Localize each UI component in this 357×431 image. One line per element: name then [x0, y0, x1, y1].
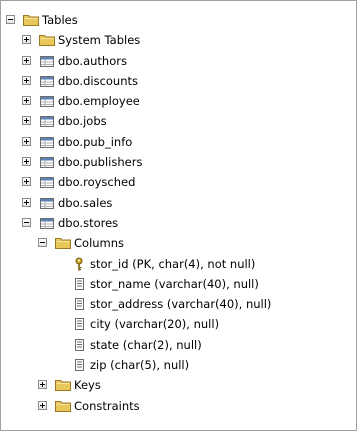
- folder-icon: [39, 33, 55, 47]
- node-label-keys: Keys: [74, 378, 101, 393]
- tree-node-column[interactable]: stor_id (PK, char(4), not null): [1, 254, 356, 274]
- toggle-plus-bar: [42, 402, 43, 408]
- expand-toggle-table[interactable]: [22, 96, 31, 106]
- node-label-column: stor_name (varchar(40), null): [90, 276, 259, 291]
- collapse-toggle-tables[interactable]: [6, 15, 15, 24]
- column-icon: [71, 358, 87, 372]
- tree-node-column[interactable]: zip (char(5), null): [1, 355, 356, 375]
- table-icon: [39, 54, 55, 68]
- toggle-plus-bar: [26, 138, 27, 144]
- toggle-plus-bar: [42, 382, 43, 388]
- node-label-table: dbo.pub_info: [58, 134, 133, 149]
- tree-node-column[interactable]: city (varchar(20), null): [1, 314, 356, 334]
- toggle-plus-bar: [26, 118, 27, 124]
- node-label-column: zip (char(5), null): [90, 358, 190, 373]
- table-icon: [39, 114, 55, 128]
- node-label-table: dbo.publishers: [58, 155, 143, 170]
- node-label-table: dbo.jobs: [58, 114, 107, 129]
- tree-node-table[interactable]: dbo.roysched: [1, 172, 356, 192]
- tree-node-table[interactable]: dbo.pub_info: [1, 132, 356, 152]
- collapse-toggle-table[interactable]: [22, 217, 31, 227]
- expand-toggle-table[interactable]: [22, 177, 31, 187]
- toggle-minus-bar: [24, 221, 29, 223]
- folder-icon: [23, 13, 39, 27]
- expand-toggle-table[interactable]: [22, 55, 31, 65]
- node-label-system-tables: System Tables: [58, 33, 141, 48]
- node-label-column: stor_id (PK, char(4), not null): [90, 256, 256, 271]
- tree-node-table[interactable]: dbo.employee: [1, 91, 356, 111]
- expand-toggle-table[interactable]: [22, 197, 31, 207]
- tree-node-keys[interactable]: Keys: [1, 375, 356, 395]
- toggle-plus-bar: [26, 57, 27, 63]
- node-label-column: state (char(2), null): [90, 337, 202, 352]
- expand-toggle-table[interactable]: [22, 157, 31, 167]
- tree-node-table[interactable]: dbo.publishers: [1, 152, 356, 172]
- node-label-table: dbo.discounts: [58, 73, 139, 88]
- toggle-minus-bar: [8, 19, 13, 20]
- column-icon: [71, 297, 87, 311]
- tree-node-table[interactable]: dbo.discounts: [1, 71, 356, 91]
- object-explorer-tree-panel: Tables System Tables dbo.authors dbo.discou…: [0, 0, 357, 431]
- expand-toggle-table[interactable]: [22, 136, 31, 146]
- tree-view: Tables System Tables dbo.authors dbo.discou…: [1, 10, 356, 416]
- tree-node-constraints[interactable]: Constraints: [1, 396, 356, 416]
- folder-icon: [55, 399, 71, 413]
- node-label-table: dbo.employee: [58, 94, 140, 109]
- table-icon: [39, 175, 55, 189]
- toggle-plus-bar: [26, 98, 27, 104]
- column-icon: [71, 277, 87, 291]
- expand-toggle-system-tables[interactable]: [22, 35, 31, 45]
- key-icon: [71, 257, 87, 271]
- table-icon: [39, 74, 55, 88]
- tree-node-columns[interactable]: Columns: [1, 233, 356, 253]
- node-label-table: dbo.stores: [58, 215, 119, 230]
- toggle-minus-bar: [40, 242, 45, 244]
- tree-node-column[interactable]: state (char(2), null): [1, 335, 356, 355]
- node-label-table: dbo.authors: [58, 53, 127, 68]
- table-icon: [39, 94, 55, 108]
- node-label-column: city (varchar(20), null): [90, 317, 220, 332]
- collapse-toggle-columns[interactable]: [38, 238, 47, 248]
- node-label-tables: Tables: [42, 13, 78, 27]
- toggle-plus-bar: [26, 159, 27, 165]
- folder-icon: [55, 378, 71, 392]
- tree-node-table[interactable]: dbo.authors: [1, 51, 356, 71]
- folder-icon: [55, 236, 71, 250]
- tree-node-system-tables[interactable]: System Tables: [1, 30, 356, 50]
- tree-node-table[interactable]: dbo.sales: [1, 193, 356, 213]
- toggle-plus-bar: [26, 199, 27, 205]
- expand-toggle-keys[interactable]: [38, 380, 47, 390]
- table-icon: [39, 196, 55, 210]
- table-icon: [39, 216, 55, 230]
- toggle-plus-bar: [26, 37, 27, 43]
- toggle-plus-bar: [26, 179, 27, 185]
- expand-toggle-constraints[interactable]: [38, 400, 47, 410]
- column-icon: [71, 317, 87, 331]
- table-icon: [39, 135, 55, 149]
- tree-node-table[interactable]: dbo.stores: [1, 213, 356, 233]
- node-label-columns: Columns: [74, 236, 125, 251]
- table-icon: [39, 155, 55, 169]
- node-label-table: dbo.roysched: [58, 175, 136, 190]
- node-label-column: stor_address (varchar(40), null): [90, 297, 272, 312]
- toggle-plus-bar: [26, 77, 27, 83]
- tree-node-column[interactable]: stor_name (varchar(40), null): [1, 274, 356, 294]
- tree-node-column[interactable]: stor_address (varchar(40), null): [1, 294, 356, 314]
- column-icon: [71, 338, 87, 352]
- tree-node-table[interactable]: dbo.jobs: [1, 111, 356, 131]
- expand-toggle-table[interactable]: [22, 116, 31, 126]
- node-label-constraints: Constraints: [74, 398, 140, 413]
- expand-toggle-table[interactable]: [22, 75, 31, 85]
- node-label-table: dbo.sales: [58, 195, 113, 210]
- tree-node-tables[interactable]: Tables: [1, 10, 356, 30]
